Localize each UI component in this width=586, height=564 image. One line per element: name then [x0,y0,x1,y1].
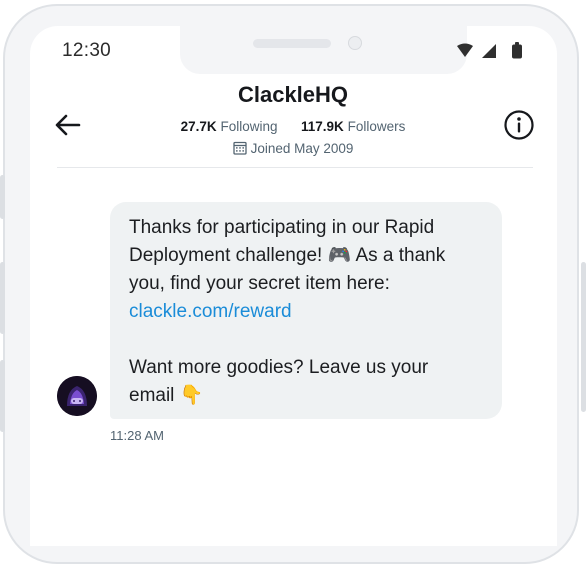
profile-name: ClackleHQ [237,82,349,107]
reward-link[interactable]: clackle.com/reward [129,301,292,322]
info-icon [504,110,534,140]
speaker [253,39,331,48]
message-line: you, find your secret item here: [129,273,390,294]
gamer-avatar-icon [57,376,97,416]
header-divider [57,167,533,168]
wifi-icon [457,43,473,57]
calendar-icon [232,141,247,155]
message-bubble[interactable]: Thanks for participating in our Rapid De… [110,202,502,419]
message-line: Thanks for participating in our Rapid [129,217,435,238]
profile-stats: 27.7K Following 117.9K Followers [0,119,586,134]
status-icons [455,42,525,60]
cell-signal-icon [482,44,496,58]
avatar[interactable] [57,376,97,416]
battery-icon [512,42,522,59]
status-time: 12:30 [62,40,112,61]
message-line: email 👇 [129,385,204,406]
side-button-right [581,262,586,412]
following-link[interactable]: 27.7K Following [181,119,278,134]
following-count: 27.7K [180,119,217,134]
message-timestamp: 11:28 AM [110,428,164,443]
side-button-left-2 [0,262,5,334]
joined-date: Joined May 2009 [0,141,586,156]
following-label: Following [220,119,278,134]
followers-count: 117.9K [301,119,344,134]
info-button[interactable] [503,109,535,141]
side-button-left [0,175,5,219]
front-camera [348,36,362,50]
followers-link[interactable]: 117.9K Followers [301,119,405,134]
message-line: Deployment challenge! 🎮 As a thank [129,245,446,266]
joined-text: Joined May 2009 [250,141,354,156]
message-line: Want more goodies? Leave us your [129,357,429,378]
notch [180,26,467,74]
followers-label: Followers [347,119,406,134]
side-button-left-3 [0,360,5,432]
